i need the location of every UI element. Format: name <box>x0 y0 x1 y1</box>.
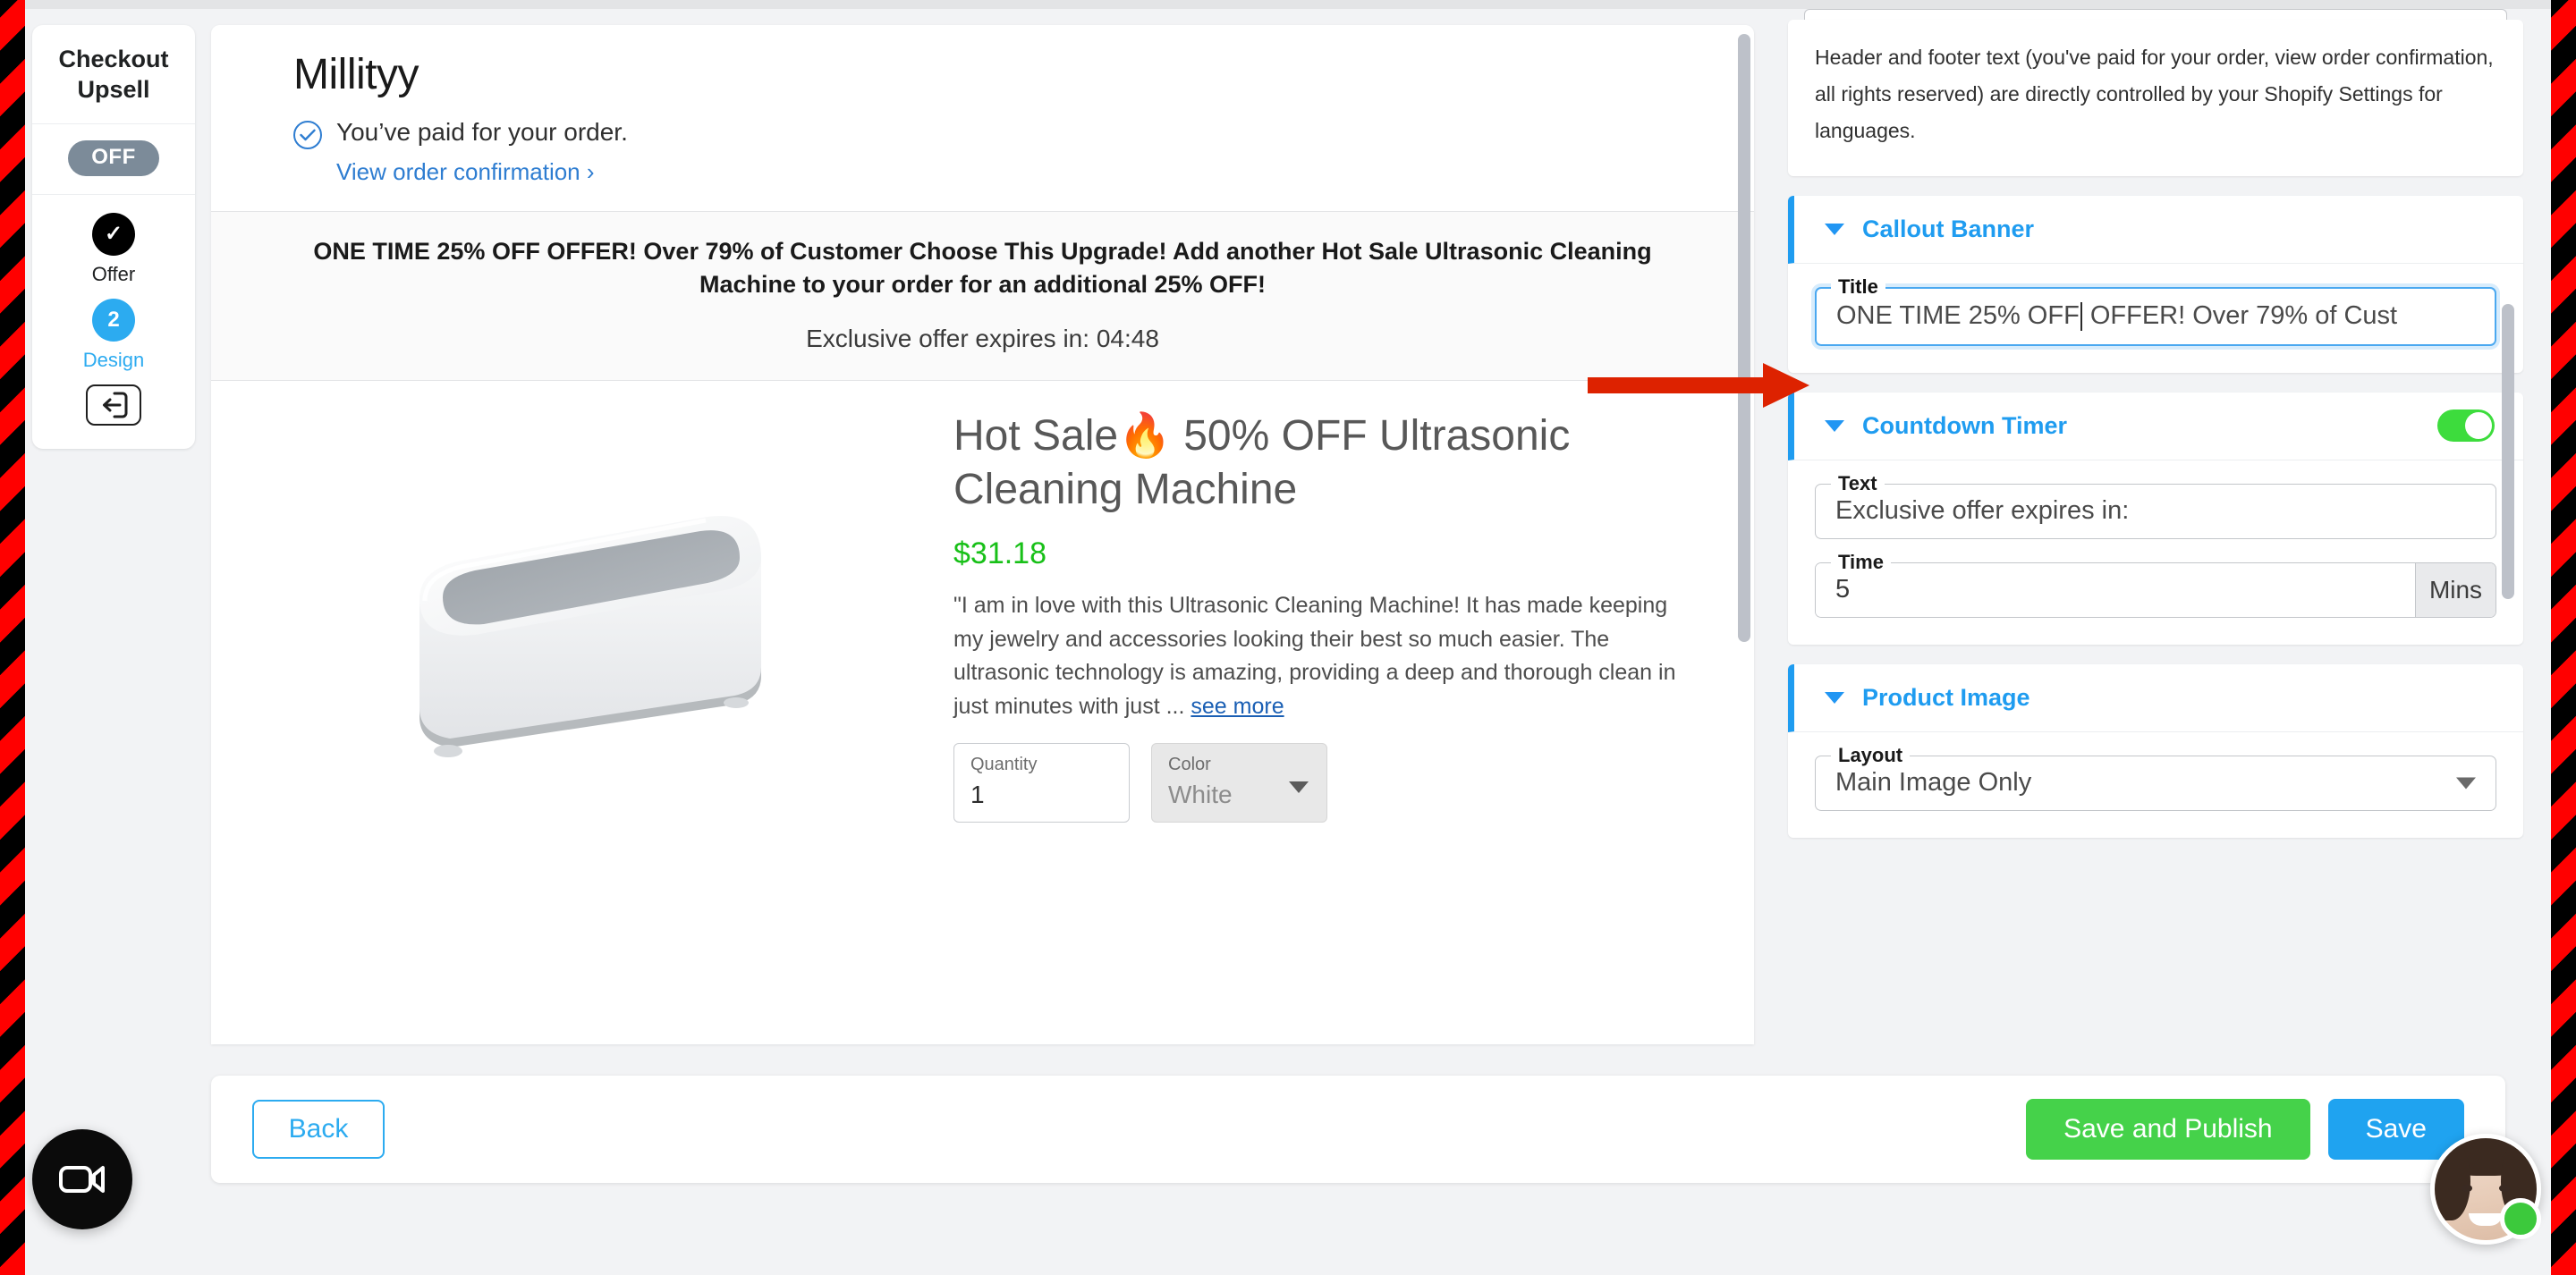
logout-button[interactable] <box>86 384 141 426</box>
chevron-down-icon <box>1825 419 1844 432</box>
avatar-eye-left <box>2462 1185 2472 1192</box>
arrow-shaft <box>1588 377 1767 393</box>
callout-title-label: Title <box>1831 274 1885 299</box>
avatar-eye-right <box>2499 1185 2510 1192</box>
countdown-label: Exclusive offer expires in: <box>806 325 1090 353</box>
callout-title-input[interactable]: ONE TIME 25% OFF OFFER! Over 79% of Cust <box>1815 286 2496 346</box>
window-top-edge <box>0 0 2576 9</box>
chevron-down-icon <box>2456 777 2476 789</box>
sidebar-item-design[interactable]: 2 Design <box>32 298 195 372</box>
product-options-row: Quantity 1 Color White <box>953 743 1700 823</box>
quantity-value: 1 <box>970 781 985 809</box>
product-image-body: Layout Main Image Only <box>1788 732 2523 838</box>
save-and-publish-button[interactable]: Save and Publish <box>2026 1099 2310 1160</box>
countdown-time-input-group: 5 Mins <box>1815 562 2496 618</box>
countdown-value: 04:48 <box>1096 325 1159 353</box>
callout-banner-section: Callout Banner Title ONE TIME 25% OFF OF… <box>1788 195 2523 373</box>
countdown-timer-preview: Exclusive offer expires in: 04:48 <box>283 325 1682 353</box>
sidebar-status-row: OFF <box>32 124 195 195</box>
avatar-smile <box>2469 1213 2503 1226</box>
bottom-action-bar: Back Save and Publish Save <box>211 1076 2505 1183</box>
countdown-time-input[interactable]: 5 <box>1816 562 2415 617</box>
chevron-down-icon <box>1825 691 1844 704</box>
callout-banner-title: ONE TIME 25% OFF OFFER! Over 79% of Cust… <box>313 237 1652 298</box>
preview-header: Millityy You’ve paid for your order. Vie… <box>211 25 1754 212</box>
languages-note-card: Header and footer text (you've paid for … <box>1788 20 2523 176</box>
product-offer-area: Hot Sale🔥 50% OFF Ultrasonic Cleaning Ma… <box>211 381 1754 823</box>
product-image-header[interactable]: Product Image <box>1788 663 2523 732</box>
countdown-timer-header[interactable]: Countdown Timer <box>1788 392 2523 460</box>
settings-panel: Header and footer text (you've paid for … <box>1784 9 2527 1064</box>
countdown-text-input[interactable]: Exclusive offer expires in: <box>1815 483 2496 539</box>
product-info: Hot Sale🔥 50% OFF Ultrasonic Cleaning Ma… <box>953 402 1700 823</box>
countdown-text-label: Text <box>1831 471 1885 495</box>
countdown-timer-section: Countdown Timer Text Exclusive offer exp… <box>1788 392 2523 645</box>
callout-banner-section-title: Callout Banner <box>1862 215 2035 242</box>
video-camera-icon <box>59 1166 105 1193</box>
step-design-label: Design <box>82 348 145 371</box>
text-cursor <box>2080 302 2082 332</box>
left-sidebar: Checkout Upsell OFF ✓ Offer 2 Design <box>32 25 195 449</box>
quantity-input[interactable]: Quantity 1 <box>953 743 1130 823</box>
countdown-timer-body: Text Exclusive offer expires in: Time 5 … <box>1788 460 2523 645</box>
layout-value: Main Image Only <box>1835 768 2032 798</box>
languages-note-text: Header and footer text (you've paid for … <box>1815 46 2494 142</box>
online-status-dot <box>2500 1198 2541 1239</box>
step-offer-label: Offer <box>91 262 136 285</box>
order-paid-row: You’ve paid for your order. View order c… <box>293 117 1754 186</box>
sidebar-title: Checkout Upsell <box>32 25 195 124</box>
arrow-head <box>1763 363 1809 408</box>
step-offer-badge: ✓ <box>92 212 135 256</box>
back-button[interactable]: Back <box>252 1100 385 1159</box>
toggle-knob <box>2465 412 2492 440</box>
see-more-link[interactable]: see more <box>1191 694 1284 719</box>
color-select[interactable]: Color White <box>1151 743 1327 823</box>
order-paid-text: You’ve paid for your order. <box>336 118 628 146</box>
chevron-down-icon <box>1825 223 1844 235</box>
video-record-button[interactable] <box>32 1129 132 1229</box>
product-price: $31.18 <box>953 536 1046 571</box>
product-description-text: "I am in love with this Ultrasonic Clean… <box>953 593 1676 719</box>
quantity-label: Quantity <box>970 755 1038 775</box>
layout-select[interactable]: Main Image Only <box>1815 755 2496 811</box>
settings-scrollbar[interactable] <box>2502 304 2514 599</box>
sidebar-item-offer[interactable]: ✓ Offer <box>32 212 195 286</box>
countdown-timer-section-title: Countdown Timer <box>1862 411 2067 439</box>
recording-border-right <box>2551 0 2576 1275</box>
view-order-confirmation-link[interactable]: View order confirmation › <box>336 158 628 186</box>
product-image <box>247 402 953 823</box>
product-description: "I am in love with this Ultrasonic Clean… <box>953 589 1700 723</box>
callout-banner-header[interactable]: Callout Banner <box>1788 195 2523 264</box>
layout-label: Layout <box>1831 743 1911 767</box>
preview-scrollbar[interactable] <box>1738 34 1750 642</box>
logout-icon <box>103 392 128 418</box>
callout-banner-preview: ONE TIME 25% OFF OFFER! Over 79% of Cust… <box>211 211 1754 382</box>
countdown-time-label: Time <box>1831 550 1891 574</box>
ultrasonic-cleaner-illustration <box>419 516 761 758</box>
countdown-time-unit: Mins <box>2415 562 2496 617</box>
countdown-text-field: Text Exclusive offer expires in: <box>1815 471 2496 539</box>
callout-banner-body: Title ONE TIME 25% OFF OFFER! Over 79% o… <box>1788 264 2523 373</box>
step-design-badge: 2 <box>92 298 135 342</box>
checkout-preview-panel: Millityy You’ve paid for your order. Vie… <box>211 25 1754 1044</box>
countdown-timer-toggle[interactable] <box>2437 410 2495 443</box>
color-label: Color <box>1168 755 1211 775</box>
chevron-down-icon <box>1289 781 1309 794</box>
shop-name: Millityy <box>293 51 419 98</box>
callout-title-field: Title ONE TIME 25% OFF OFFER! Over 79% o… <box>1815 274 2496 346</box>
check-circle-icon <box>293 121 322 149</box>
product-image-section-title: Product Image <box>1862 683 2030 711</box>
product-title: Hot Sale🔥 50% OFF Ultrasonic Cleaning Ma… <box>953 412 1571 514</box>
status-badge-off[interactable]: OFF <box>68 139 159 176</box>
countdown-time-field: Time 5 Mins <box>1815 550 2496 618</box>
sidebar-steps: ✓ Offer 2 Design <box>32 195 195 449</box>
product-image-section: Product Image Layout Main Image Only <box>1788 663 2523 838</box>
layout-field: Layout Main Image Only <box>1815 743 2496 811</box>
recording-border-left <box>0 0 25 1275</box>
callout-title-input-value: ONE TIME 25% OFF OFFER! Over 79% of Cust <box>1836 301 2398 332</box>
